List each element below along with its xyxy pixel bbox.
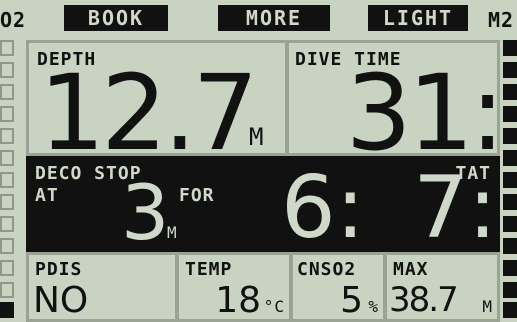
left-segment	[0, 194, 14, 210]
tat-value: 7:	[413, 158, 497, 258]
o2-indicator: O2	[0, 8, 27, 32]
right-segment-filled	[503, 216, 517, 232]
left-segment	[0, 216, 14, 232]
right-segment-filled	[503, 172, 517, 188]
temp-unit: °C	[263, 297, 285, 316]
cns-o2-label: CNSO2	[297, 259, 357, 280]
cns-o2-value: 5	[340, 280, 363, 321]
left-segment	[0, 172, 14, 188]
left-segment	[0, 62, 14, 78]
deco-at-label: AT	[35, 185, 59, 206]
temp-value: 18	[215, 280, 261, 321]
right-segment-filled	[503, 128, 517, 144]
cns-o2-panel: CNSO2 5 %	[290, 252, 386, 322]
max-depth-value: 38.7	[389, 280, 459, 320]
dive-time-panel: DIVE TIME 31:	[286, 40, 505, 165]
left-segment-bar	[0, 40, 14, 322]
max-depth-label: MAX	[393, 259, 429, 280]
right-segment-filled	[503, 260, 517, 276]
book-button[interactable]: BOOK	[64, 5, 168, 31]
left-segment	[0, 40, 14, 56]
left-segment	[0, 128, 14, 144]
left-segment	[0, 84, 14, 100]
left-segment	[0, 282, 14, 298]
left-segment	[0, 260, 14, 276]
light-button[interactable]: LIGHT	[368, 5, 468, 31]
right-segment-filled	[503, 238, 517, 254]
left-segment	[0, 106, 14, 122]
dive-computer-screen: O2 BOOK MORE LIGHT M2 DEPTH 12.7 M DIVE …	[0, 0, 517, 322]
right-segment-filled	[503, 150, 517, 166]
left-segment	[0, 150, 14, 166]
depth-value: 12.7	[39, 52, 259, 174]
pdis-value: NO	[33, 280, 89, 321]
right-segment-filled	[503, 194, 517, 210]
pdis-label: PDIS	[35, 259, 83, 280]
right-segment-filled	[503, 62, 517, 78]
deco-stop-depth: 3	[121, 168, 170, 257]
right-segment-bar	[503, 40, 517, 322]
left-segment-filled	[0, 302, 14, 318]
right-segment-filled	[503, 40, 517, 56]
top-bar: O2 BOOK MORE LIGHT M2	[0, 0, 517, 36]
left-segment	[0, 238, 14, 254]
right-segment-filled	[503, 302, 517, 318]
deco-stop-depth-unit: M	[167, 223, 178, 242]
m2-indicator: M2	[488, 8, 515, 32]
temp-panel: TEMP 18 °C	[176, 252, 292, 322]
right-segment-filled	[503, 106, 517, 122]
right-segment-filled	[503, 282, 517, 298]
deco-for-label: FOR	[179, 185, 215, 206]
depth-unit: M	[249, 123, 265, 151]
dive-time-value: 31:	[345, 52, 505, 174]
cns-o2-unit: %	[368, 297, 379, 316]
more-button[interactable]: MORE	[218, 5, 330, 31]
max-depth-unit: M	[482, 297, 493, 316]
depth-panel: DEPTH 12.7 M	[26, 40, 288, 165]
temp-label: TEMP	[185, 259, 233, 280]
deco-stop-panel: DECO STOP AT 3 M FOR 6: TAT 7:	[26, 156, 500, 252]
deco-stop-time: 6:	[281, 158, 365, 258]
max-depth-panel: MAX 38.7 M	[384, 252, 500, 322]
right-segment-filled	[503, 84, 517, 100]
pdis-panel: PDIS NO	[26, 252, 178, 322]
